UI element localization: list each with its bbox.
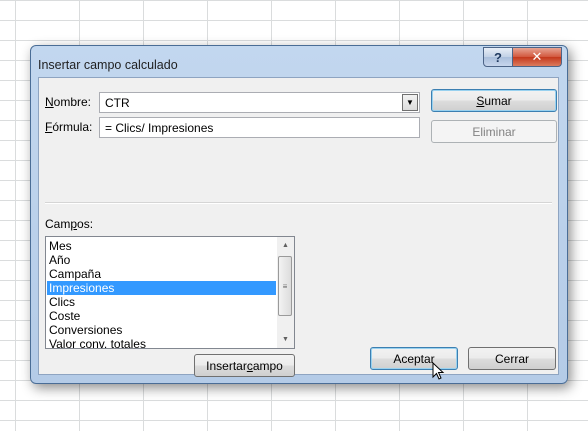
close-icon: ✕	[531, 49, 543, 64]
sumar-button[interactable]: Sumar	[431, 89, 557, 112]
list-item[interactable]: Conversiones	[47, 323, 276, 337]
campos-listbox[interactable]: Mes Año Campaña Impresiones Clics Coste Conver…	[45, 236, 295, 349]
nombre-combobox[interactable]: CTR ▼	[99, 92, 420, 113]
help-icon: ?	[494, 49, 502, 65]
mouse-pointer-icon	[432, 362, 445, 380]
chevron-down-icon: ▼	[282, 336, 289, 343]
campos-label: Campos:	[45, 217, 94, 231]
nombre-value[interactable]: CTR	[105, 96, 130, 110]
scroll-down-button[interactable]: ▼	[277, 331, 294, 348]
dialog-title: Insertar campo calculado	[38, 58, 178, 72]
grip-icon: ≡	[282, 281, 288, 291]
cerrar-button[interactable]: Cerrar	[468, 347, 556, 370]
list-item[interactable]: Coste	[47, 309, 276, 323]
insertar-campo-button[interactable]: Insertar c ampo	[194, 354, 295, 377]
insertar-campo-calculado-dialog: Insertar campo calculado ? ✕ Nombre: CTR…	[30, 45, 568, 384]
list-item[interactable]: Año	[47, 253, 276, 267]
scrollbar-thumb[interactable]: ≡	[278, 256, 292, 316]
list-item[interactable]: Mes	[47, 239, 276, 253]
separator	[45, 202, 552, 204]
scroll-up-button[interactable]: ▲	[277, 237, 294, 254]
eliminar-button[interactable]: Eliminar	[431, 120, 557, 143]
chevron-down-icon: ▼	[406, 98, 414, 107]
title-bar[interactable]: Insertar campo calculado ? ✕	[31, 46, 567, 78]
listbox-scrollbar[interactable]: ▲ ≡ ▼	[277, 237, 294, 348]
list-item[interactable]: Campaña	[47, 267, 276, 281]
dialog-body: Nombre: CTR ▼ Fórmula: Sumar Eliminar Ca…	[38, 77, 559, 377]
dropdown-arrow-button[interactable]: ▼	[402, 94, 418, 111]
list-item[interactable]: Valor conv. totales	[47, 337, 276, 348]
help-button[interactable]: ?	[483, 47, 513, 67]
nombre-label: Nombre:	[45, 95, 92, 109]
formula-label: Fórmula:	[45, 120, 93, 134]
close-button[interactable]: ✕	[512, 47, 562, 67]
list-item[interactable]: Impresiones	[47, 281, 276, 295]
list-item[interactable]: Clics	[47, 295, 276, 309]
formula-input[interactable]	[99, 117, 420, 138]
campos-items: Mes Año Campaña Impresiones Clics Coste Conver…	[47, 239, 276, 348]
chevron-up-icon: ▲	[282, 242, 289, 249]
